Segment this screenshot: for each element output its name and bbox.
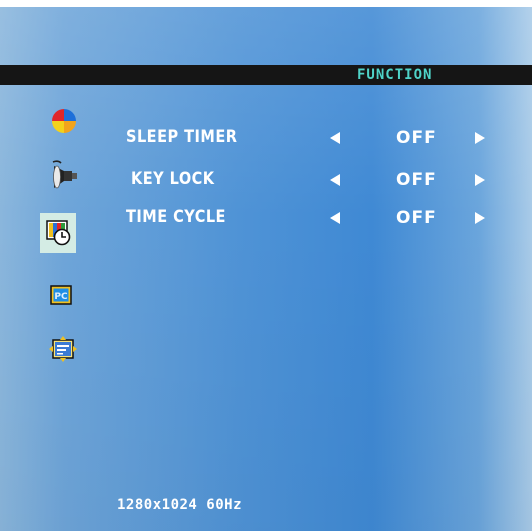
menu-title: FUNCTION	[357, 67, 433, 83]
increase-arrow-icon[interactable]	[475, 174, 485, 186]
title-bar: FUNCTION	[0, 65, 532, 85]
resolution-status: 1280x1024 60Hz	[117, 497, 243, 513]
menu-row-sleep-timer[interactable]: SLEEP TIMER OFF	[0, 125, 532, 149]
svg-text:PC: PC	[54, 292, 68, 302]
menu-item-label: SLEEP TIMER	[126, 127, 238, 147]
decrease-arrow-icon[interactable]	[330, 132, 340, 144]
menu-item-value: OFF	[396, 128, 437, 148]
osd-menu-panel: FUNCTION PC SLEEP TIMER OFF KEY LOCK OFF…	[0, 7, 532, 531]
menu-item-value: OFF	[396, 170, 437, 190]
increase-arrow-icon[interactable]	[475, 132, 485, 144]
pc-icon[interactable]: PC	[50, 285, 72, 305]
menu-row-key-lock[interactable]: KEY LOCK OFF	[0, 167, 532, 191]
menu-item-label: TIME CYCLE	[126, 207, 226, 227]
menu-item-label: KEY LOCK	[131, 169, 215, 189]
menu-row-time-cycle[interactable]: TIME CYCLE OFF	[0, 205, 532, 229]
position-icon[interactable]	[49, 336, 77, 362]
increase-arrow-icon[interactable]	[475, 212, 485, 224]
decrease-arrow-icon[interactable]	[330, 174, 340, 186]
decrease-arrow-icon[interactable]	[330, 212, 340, 224]
menu-item-value: OFF	[396, 208, 437, 228]
